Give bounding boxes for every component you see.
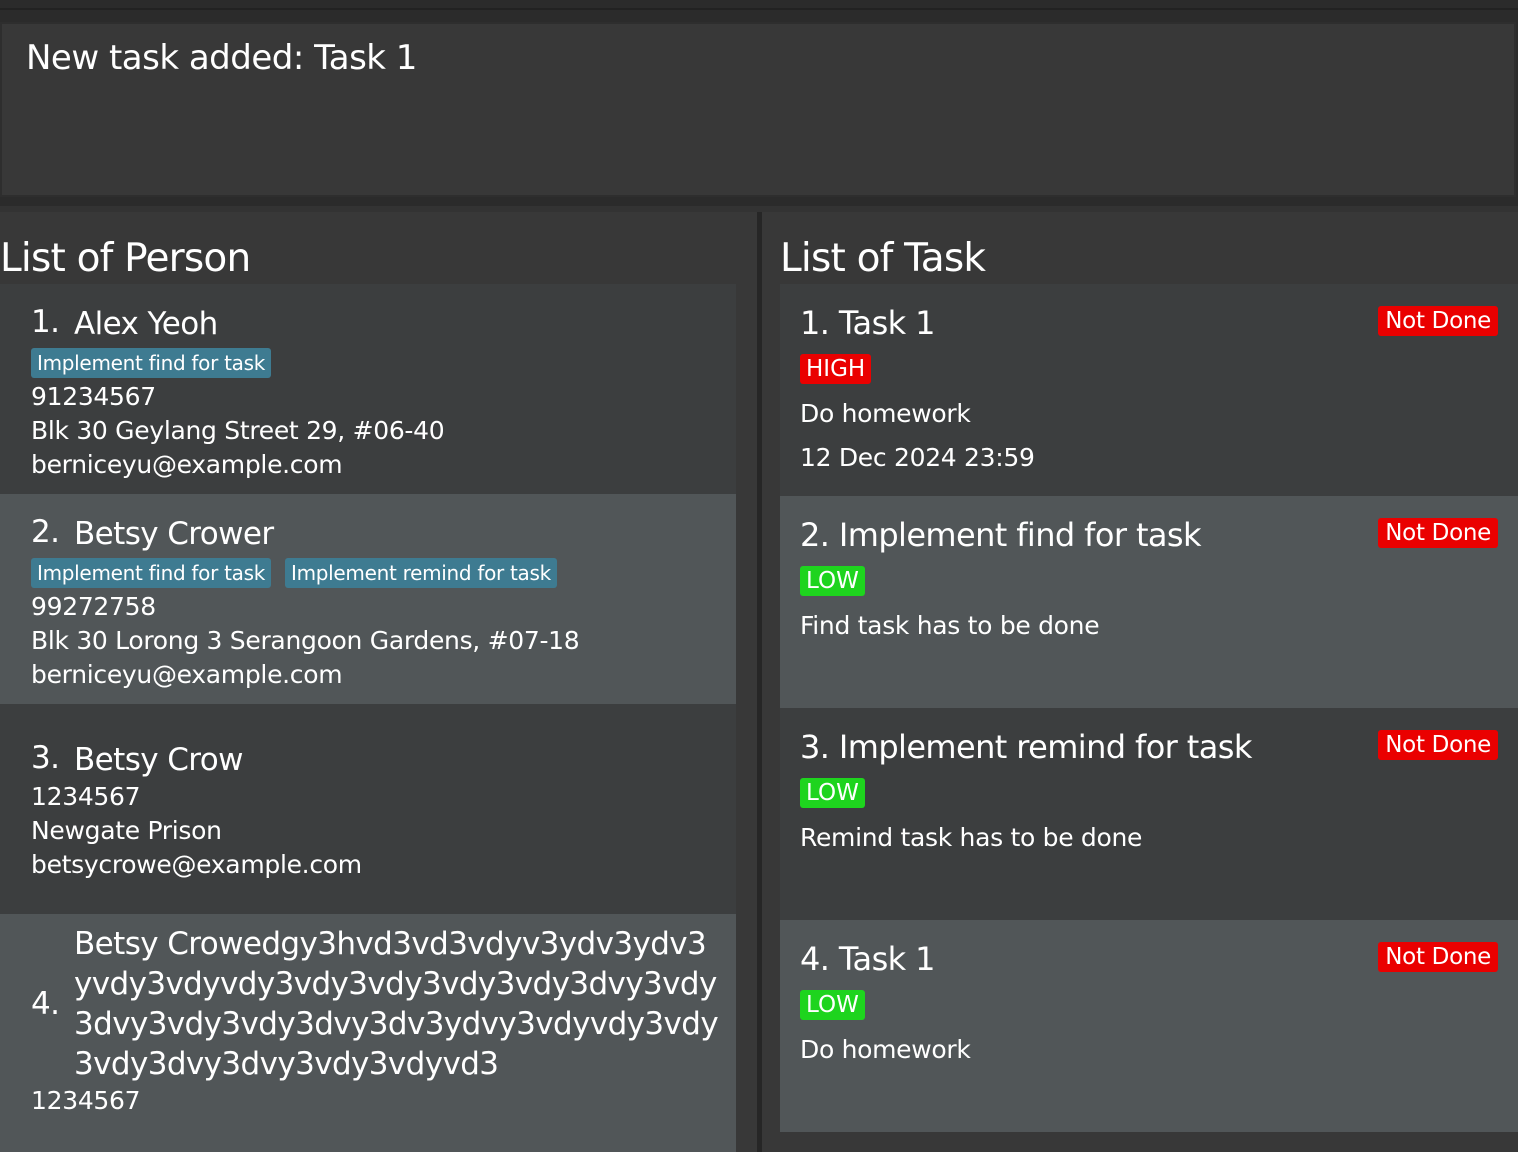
person-tags: Implement find for task Implement remind… (0, 558, 736, 588)
person-name-row: 2. Betsy Crower (0, 514, 736, 554)
person-phone: 1234567 (31, 1086, 141, 1115)
person-address: Newgate Prison (31, 816, 222, 845)
person-name-row: 1. Alex Yeoh (0, 304, 736, 344)
person-phone: 91234567 (31, 382, 156, 411)
person-card[interactable]: 4. Betsy Crowedgy3hvd3vd3vdyv3ydv3ydv3yv… (0, 914, 736, 1152)
person-list-panel: List of Person 1. Alex Yeoh Implement fi… (0, 212, 757, 1152)
person-tags: Implement find for task (0, 348, 736, 378)
person-name-row: 3. Betsy Crow (0, 740, 736, 780)
task-description: Do homework (800, 399, 971, 428)
task-description: Find task has to be done (800, 611, 1100, 640)
task-card[interactable]: 3. Implement remind for task Not Done LO… (780, 708, 1518, 920)
person-name-row: 4. Betsy Crowedgy3hvd3vd3vdyv3ydv3ydv3yv… (0, 924, 736, 1084)
person-name: Alex Yeoh (74, 306, 218, 342)
status-badge: Not Done (1378, 942, 1498, 972)
task-panel-title: List of Task (780, 236, 986, 281)
task-description: Do homework (800, 1035, 971, 1064)
person-tag: Implement find for task (31, 558, 271, 588)
task-card[interactable]: 1. Task 1 Not Done HIGH Do homework 12 D… (780, 284, 1518, 496)
task-title: 4. Task 1 (800, 940, 936, 978)
menu-bar-strip (0, 0, 1518, 10)
task-card[interactable]: 2. Implement find for task Not Done LOW … (780, 496, 1518, 708)
result-message: New task added: Task 1 (26, 38, 417, 78)
task-list[interactable]: 1. Task 1 Not Done HIGH Do homework 12 D… (780, 284, 1518, 1132)
person-index: 3. (31, 740, 60, 776)
task-title: 2. Implement find for task (800, 516, 1202, 554)
priority-badge: LOW (800, 566, 865, 596)
person-name: Betsy Crowedgy3hvd3vd3vdyv3ydv3ydv3yvdy3… (74, 926, 719, 1082)
person-address: Blk 30 Lorong 3 Serangoon Gardens, #07-1… (31, 626, 580, 655)
person-card[interactable]: 3. Betsy Crow 1234567 Newgate Prison bet… (0, 704, 736, 914)
person-name: Betsy Crow (74, 742, 243, 778)
person-panel-title: List of Person (0, 236, 251, 281)
status-badge: Not Done (1378, 518, 1498, 548)
person-phone: 99272758 (31, 592, 156, 621)
person-phone: 1234567 (31, 782, 141, 811)
status-badge: Not Done (1378, 306, 1498, 336)
person-name: Betsy Crower (74, 516, 274, 552)
result-display: New task added: Task 1 (0, 22, 1516, 197)
person-email: berniceyu@example.com (31, 450, 343, 479)
person-list[interactable]: 1. Alex Yeoh Implement find for task 912… (0, 284, 736, 1152)
task-title: 1. Task 1 (800, 304, 936, 342)
person-email: berniceyu@example.com (31, 660, 343, 689)
person-card[interactable]: 2. Betsy Crower Implement find for task … (0, 494, 736, 704)
person-tag: Implement find for task (31, 348, 271, 378)
priority-badge: LOW (800, 990, 865, 1020)
task-list-panel: List of Task 1. Task 1 Not Done HIGH Do … (762, 212, 1518, 1152)
person-address: Blk 30 Geylang Street 29, #06-40 (31, 416, 445, 445)
task-deadline: 12 Dec 2024 23:59 (800, 443, 1035, 472)
person-index: 1. (31, 304, 60, 340)
priority-badge: LOW (800, 778, 865, 808)
person-index: 4. (31, 986, 60, 1022)
task-card[interactable]: 4. Task 1 Not Done LOW Do homework (780, 920, 1518, 1132)
priority-badge: HIGH (800, 354, 872, 384)
task-title: 3. Implement remind for task (800, 728, 1252, 766)
status-badge: Not Done (1378, 730, 1498, 760)
person-email: betsycrowe@example.com (31, 850, 362, 879)
person-tag: Implement remind for task (284, 558, 557, 588)
person-index: 2. (31, 514, 60, 550)
person-card[interactable]: 1. Alex Yeoh Implement find for task 912… (0, 284, 736, 494)
task-description: Remind task has to be done (800, 823, 1143, 852)
